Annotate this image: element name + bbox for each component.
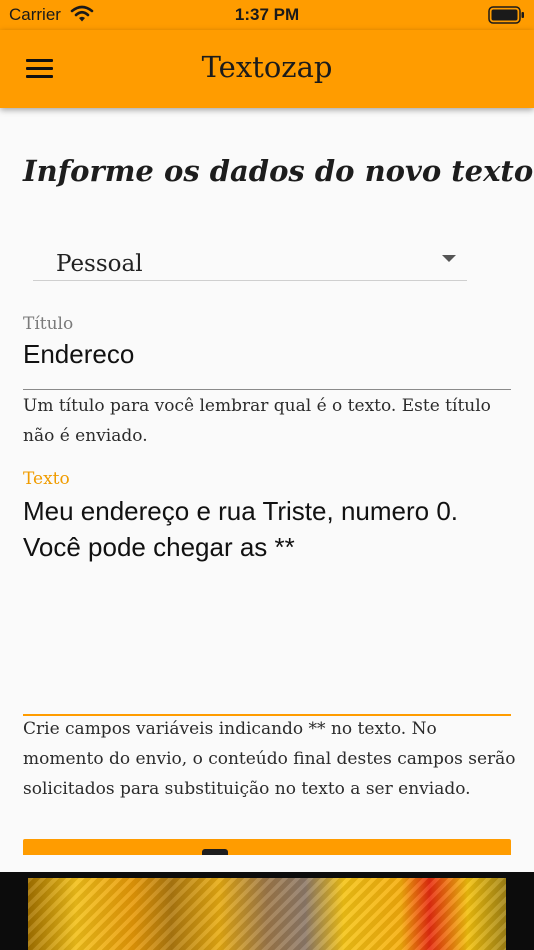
app-title: Textozap — [201, 50, 333, 84]
caret-down-icon — [442, 255, 456, 262]
app-bar: Textozap — [0, 30, 534, 108]
category-selected-value: Pessoal — [56, 251, 143, 277]
text-helper-text: Crie campos variáveis indicando ** no te… — [23, 719, 516, 799]
ad-banner-image — [28, 878, 506, 950]
ad-banner[interactable] — [0, 872, 534, 950]
title-field-label: Título — [23, 314, 74, 334]
category-dropdown[interactable]: Pessoal — [33, 244, 467, 281]
title-input[interactable]: Endereco — [23, 336, 511, 390]
form-heading: Informe os dados do novo texto: — [23, 154, 534, 188]
title-helper-text: Um título para você lembrar qual é o tex… — [23, 396, 491, 446]
clock: 1:37 PM — [234, 5, 300, 24]
save-button[interactable] — [23, 839, 511, 855]
status-bar: Carrier 1:37 PM — [0, 0, 534, 30]
save-icon — [202, 849, 228, 855]
battery-icon — [488, 6, 524, 24]
title-input-value: Endereco — [23, 339, 135, 369]
text-input-value: Meu endereço e rua Triste, numero 0. Voc… — [23, 496, 459, 562]
text-input[interactable]: Meu endereço e rua Triste, numero 0. Voc… — [23, 491, 511, 716]
text-field-label: Texto — [23, 469, 70, 489]
